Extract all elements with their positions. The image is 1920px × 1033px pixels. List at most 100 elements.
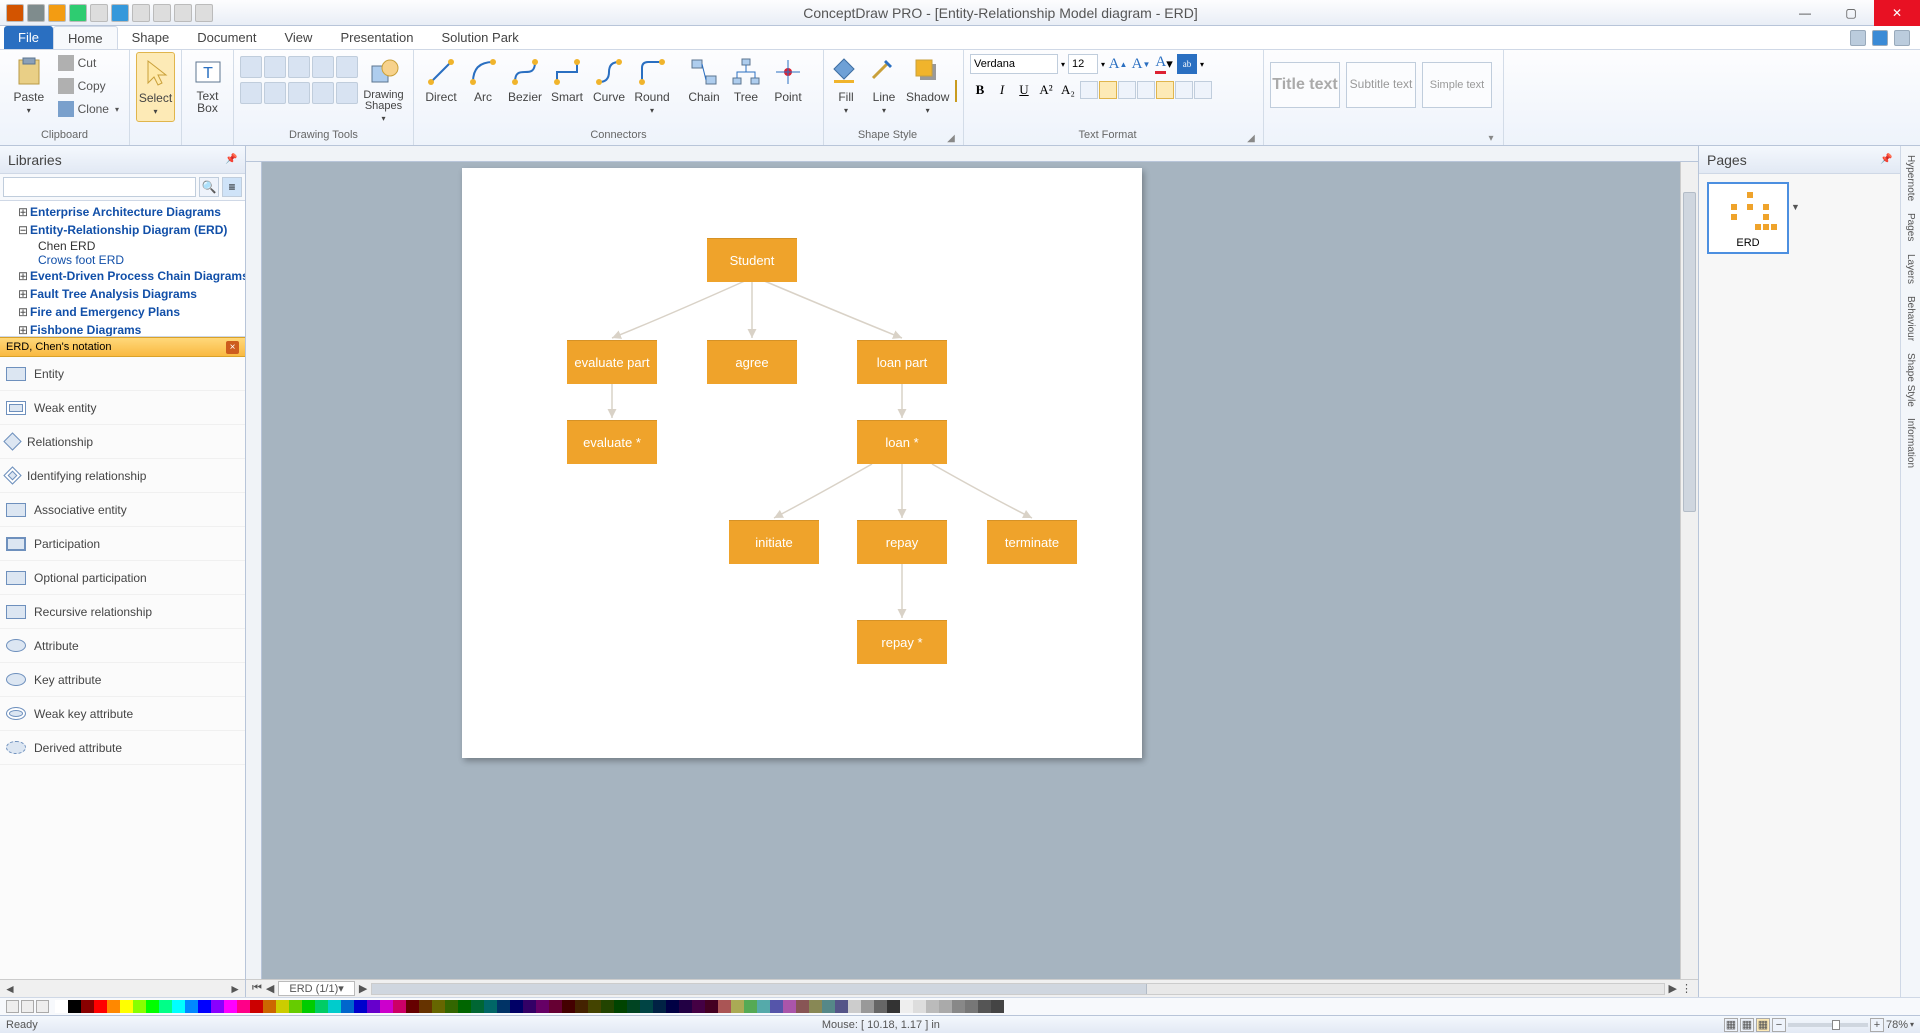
shape-row[interactable]: Derived attribute [0, 731, 245, 765]
fill-button[interactable]: Fill▾ [830, 52, 862, 122]
page[interactable]: Student evaluate part agree loan part ev… [462, 168, 1142, 758]
zoom-slider[interactable] [1788, 1023, 1868, 1027]
style-subtitle-text[interactable]: Subtitle text [1346, 62, 1416, 108]
copy-button[interactable]: Copy [54, 75, 123, 97]
qat-btn-1[interactable] [6, 4, 24, 22]
paste-button[interactable]: Paste ▾ [6, 52, 52, 122]
color-swatch[interactable] [809, 1000, 822, 1013]
diagram-node[interactable]: loan * [857, 420, 947, 464]
page-menu-button[interactable]: ▼ [1791, 202, 1800, 212]
color-swatch[interactable] [718, 1000, 731, 1013]
color-swatch[interactable] [848, 1000, 861, 1013]
search-button[interactable]: 🔍 [199, 177, 219, 197]
color-swatch[interactable] [874, 1000, 887, 1013]
font-color-button[interactable]: A▾ [1154, 54, 1174, 74]
diagram-node[interactable]: repay [857, 520, 947, 564]
color-swatch[interactable] [120, 1000, 133, 1013]
justify-button[interactable] [1194, 81, 1212, 99]
canvas-viewport[interactable]: Student evaluate part agree loan part ev… [262, 162, 1680, 979]
italic-button[interactable]: I [992, 80, 1012, 100]
text-styles-more[interactable]: ▾ [1485, 133, 1497, 145]
color-swatch[interactable] [978, 1000, 991, 1013]
tree-item[interactable]: ⊞Fishbone Diagrams [4, 321, 241, 337]
color-swatch[interactable] [458, 1000, 471, 1013]
align-right-button[interactable] [1118, 81, 1136, 99]
color-swatch[interactable] [601, 1000, 614, 1013]
zoom-out-button[interactable]: − [1772, 1018, 1786, 1032]
highlight-button[interactable]: ab [1177, 54, 1197, 74]
connector-point[interactable]: Point [767, 52, 809, 122]
tab-view[interactable]: View [270, 26, 326, 49]
valign-middle-button[interactable] [1156, 81, 1174, 99]
qat-btn-4[interactable] [69, 4, 87, 22]
shape-row[interactable]: Attribute [0, 629, 245, 663]
print-icon[interactable] [174, 4, 192, 22]
tool-rect[interactable] [240, 56, 262, 78]
color-swatch[interactable] [796, 1000, 809, 1013]
diagram-node[interactable]: evaluate part [567, 340, 657, 384]
font-select[interactable] [970, 54, 1058, 74]
color-swatch[interactable] [367, 1000, 380, 1013]
tool-10[interactable] [336, 82, 358, 104]
color-swatch[interactable] [757, 1000, 770, 1013]
qat-btn-3[interactable] [48, 4, 66, 22]
color-swatch[interactable] [289, 1000, 302, 1013]
shape-row[interactable]: Identifying relationship [0, 459, 245, 493]
zoom-in-button[interactable]: + [1870, 1018, 1884, 1032]
tool-6[interactable] [240, 82, 262, 104]
shrink-font-button[interactable]: A▼ [1131, 54, 1151, 74]
superscript-button[interactable]: A² [1036, 80, 1056, 100]
align-center-button[interactable] [1099, 81, 1117, 99]
library-band[interactable]: ERD, Chen's notation × [0, 337, 245, 357]
scroll-right-button[interactable]: ▶ [1669, 982, 1677, 995]
style-simple-text[interactable]: Simple text [1422, 62, 1492, 108]
qat-btn-7[interactable] [132, 4, 150, 22]
shadow-button[interactable]: Shadow▾ [906, 52, 949, 122]
color-swatch[interactable] [653, 1000, 666, 1013]
tab-information[interactable]: Information [1903, 413, 1918, 473]
color-swatch[interactable] [926, 1000, 939, 1013]
color-swatch[interactable] [510, 1000, 523, 1013]
shape-row[interactable]: Recursive relationship [0, 595, 245, 629]
color-swatch[interactable] [146, 1000, 159, 1013]
swatch-button[interactable] [36, 1000, 49, 1013]
tree-item[interactable]: ⊞Enterprise Architecture Diagrams [4, 203, 241, 221]
color-swatch[interactable] [224, 1000, 237, 1013]
color-swatch[interactable] [705, 1000, 718, 1013]
connector-smart[interactable]: Smart [546, 52, 588, 122]
color-swatch[interactable] [991, 1000, 1004, 1013]
prev-page-button[interactable]: ◀ [266, 982, 274, 995]
bold-button[interactable]: B [970, 80, 990, 100]
color-swatch[interactable] [484, 1000, 497, 1013]
shape-row[interactable]: Relationship [0, 425, 245, 459]
shape-style-dialog[interactable]: ◢ [945, 133, 957, 145]
sheet-tab[interactable]: ERD (1/1) ▾ [278, 981, 354, 996]
color-swatch[interactable] [614, 1000, 627, 1013]
diagram-node[interactable]: agree [707, 340, 797, 384]
color-swatch[interactable] [679, 1000, 692, 1013]
color-swatch[interactable] [354, 1000, 367, 1013]
qat-btn-10[interactable] [195, 4, 213, 22]
color-swatch[interactable] [406, 1000, 419, 1013]
color-swatch[interactable] [263, 1000, 276, 1013]
color-swatch[interactable] [783, 1000, 796, 1013]
tab-shape-style[interactable]: Shape Style [1903, 348, 1918, 412]
diagram-node[interactable]: loan part [857, 340, 947, 384]
color-swatch[interactable] [68, 1000, 81, 1013]
shape-row[interactable]: Weak key attribute [0, 697, 245, 731]
diagram-node[interactable]: terminate [987, 520, 1077, 564]
color-swatch[interactable] [900, 1000, 913, 1013]
color-swatch[interactable] [133, 1000, 146, 1013]
underline-button[interactable]: U [1014, 80, 1034, 100]
view-btn-1[interactable]: ▦ [1724, 1018, 1738, 1032]
valign-bottom-button[interactable] [1175, 81, 1193, 99]
page-thumbnail[interactable]: ERD [1707, 182, 1789, 254]
color-swatch[interactable] [445, 1000, 458, 1013]
swatch-button[interactable] [6, 1000, 19, 1013]
view-btn-3[interactable]: ▦ [1756, 1018, 1770, 1032]
zoom-menu[interactable]: ▾ [1910, 1020, 1914, 1029]
color-swatch[interactable] [549, 1000, 562, 1013]
qat-btn-5[interactable] [90, 4, 108, 22]
color-swatch[interactable] [731, 1000, 744, 1013]
color-swatch[interactable] [536, 1000, 549, 1013]
